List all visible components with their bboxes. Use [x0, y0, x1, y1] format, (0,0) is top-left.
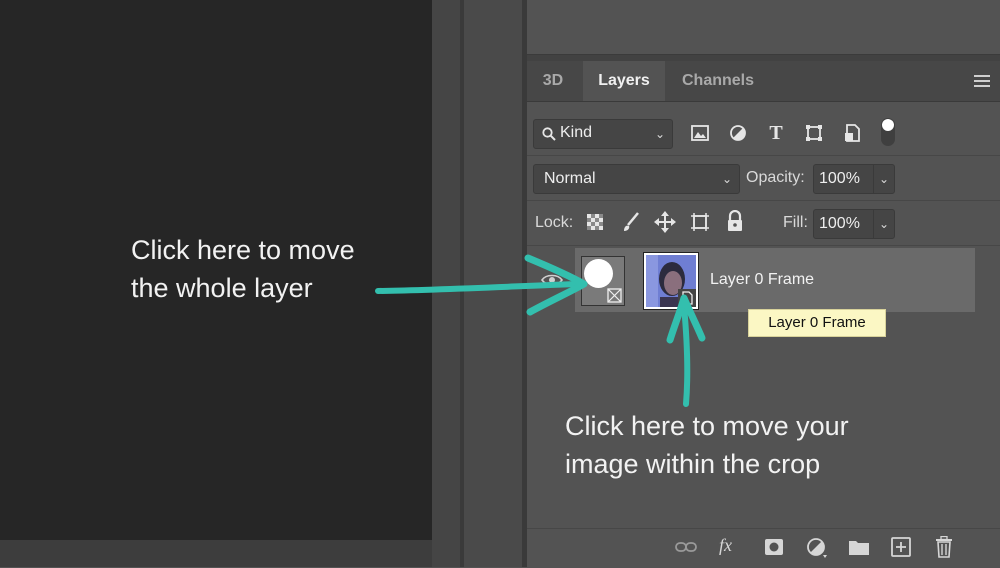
smart-object-filter-icon[interactable]: [842, 123, 862, 143]
fx-icon[interactable]: fx: [719, 535, 732, 556]
filter-toggle-icon[interactable]: [879, 117, 897, 147]
annotation-line: image within the crop: [565, 449, 821, 479]
eye-icon[interactable]: [541, 273, 563, 287]
add-mask-icon[interactable]: [764, 538, 784, 556]
pasteboard-gutter: [432, 0, 460, 567]
fill-label: Fill:: [783, 214, 808, 231]
blend-mode-dropdown[interactable]: Normal ⌄: [533, 164, 740, 194]
annotation-line: Click here to move: [131, 235, 355, 265]
annotation-move-layer: Click here to move the whole layer: [131, 231, 355, 307]
annotation-move-image: Click here to move your image within the…: [565, 407, 849, 483]
lock-label: Lock:: [535, 214, 574, 231]
shape-filter-icon[interactable]: [804, 123, 824, 143]
lock-position-icon[interactable]: [653, 210, 677, 234]
link-layers-icon[interactable]: [675, 539, 697, 555]
adjustment-layer-icon[interactable]: [806, 537, 828, 559]
fill-value: 100%: [819, 215, 860, 232]
new-layer-icon[interactable]: [891, 537, 911, 557]
image-filter-icon[interactable]: [690, 123, 710, 143]
tab-channels[interactable]: Channels: [669, 61, 767, 101]
annotation-line: the whole layer: [131, 273, 313, 303]
chevron-down-icon: ⌄: [654, 127, 665, 141]
opacity-field[interactable]: 100% ⌄: [813, 164, 895, 194]
frame-shape-circle: [584, 259, 613, 288]
opacity-value: 100%: [819, 170, 860, 187]
type-filter-icon[interactable]: T: [766, 121, 786, 145]
layers-bottom-toolbar: fx: [527, 528, 1000, 568]
tab-3d[interactable]: 3D: [527, 61, 579, 101]
opacity-label: Opacity:: [746, 169, 805, 186]
lock-artboard-icon[interactable]: [689, 211, 711, 233]
layer-name[interactable]: Layer 0 Frame: [710, 271, 814, 289]
panel-menu-icon[interactable]: [974, 75, 990, 87]
annotation-line: Click here to move your: [565, 411, 849, 441]
frame-thumbnail[interactable]: [581, 256, 625, 306]
lock-all-icon[interactable]: [726, 210, 744, 232]
trash-icon[interactable]: [935, 536, 953, 558]
blend-mode-value: Normal: [544, 170, 596, 187]
collapsed-panel-dock: [464, 0, 522, 567]
layer-tooltip: Layer 0 Frame: [748, 309, 886, 337]
panel-tab-bar: 3D Layers Channels: [527, 61, 1000, 102]
smart-object-badge-icon: [678, 289, 696, 307]
filter-kind-label: Kind: [560, 124, 593, 141]
layer-visibility-column[interactable]: [527, 248, 575, 312]
lock-transparent-pixels-icon[interactable]: [586, 213, 604, 231]
image-thumbnail[interactable]: [643, 252, 699, 310]
new-group-icon[interactable]: [848, 538, 870, 556]
layer-filter-dropdown[interactable]: Kind ⌄: [533, 119, 673, 149]
canvas-scrollbar[interactable]: [0, 540, 432, 567]
chevron-down-icon: ⌄: [721, 172, 732, 186]
upper-panel: [527, 0, 1000, 55]
lock-image-pixels-icon[interactable]: [621, 211, 641, 233]
search-icon: [542, 127, 556, 141]
tab-layers[interactable]: Layers: [583, 61, 665, 101]
chevron-down-icon[interactable]: ⌄: [879, 172, 889, 186]
layer-row[interactable]: Layer 0 Frame: [575, 248, 975, 312]
fill-field[interactable]: 100% ⌄: [813, 209, 895, 239]
adjustment-filter-icon[interactable]: [728, 123, 748, 143]
frame-badge-icon: [607, 288, 622, 303]
chevron-down-icon[interactable]: ⌄: [879, 217, 889, 231]
